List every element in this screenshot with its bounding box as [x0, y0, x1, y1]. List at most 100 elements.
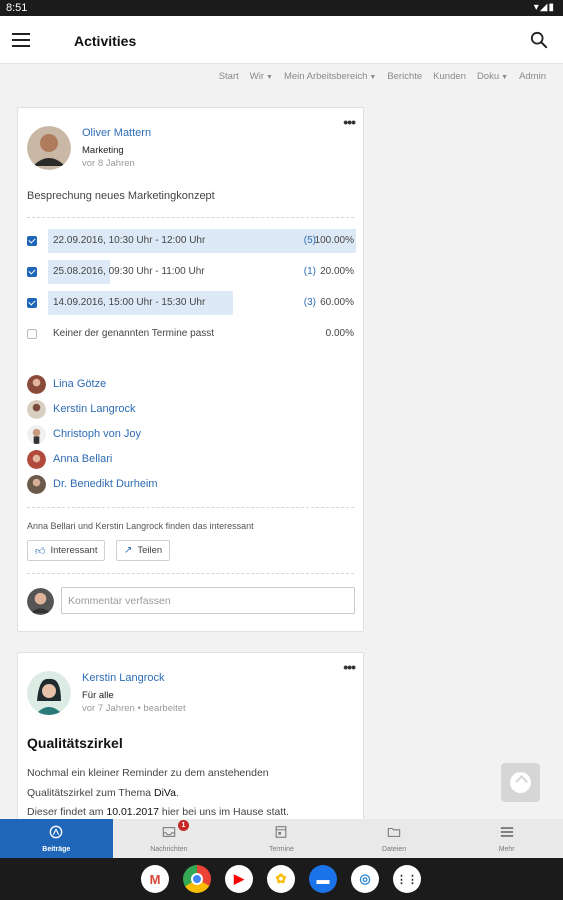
tab-dateien[interactable]: Dateien [338, 819, 451, 858]
avatar [27, 475, 46, 494]
avatar [27, 375, 46, 394]
tab-label: Nachrichten [150, 846, 188, 853]
tab-label: Mehr [498, 846, 515, 853]
menu-icon [500, 827, 513, 837]
tab-mehr[interactable]: Mehr [450, 819, 563, 858]
event-date: 10.01.2017 [106, 806, 159, 818]
browser-icon[interactable]: ◎ [351, 865, 379, 893]
post-timestamp: vor 8 Jahren [82, 158, 135, 169]
more-options-icon[interactable]: ••• [343, 659, 356, 675]
system-status-icons: ▾◢▮ [533, 2, 555, 13]
post-title: Qualitätszirkel [27, 735, 123, 751]
likes-summary: Anna Bellari und Kerstin Langrock finden… [27, 521, 254, 531]
status-time: 8:51 [6, 2, 28, 14]
nav-wir[interactable]: Wir ▼ [250, 71, 273, 82]
photos-icon[interactable]: ✿ [267, 865, 295, 893]
poll-option[interactable]: 25.08.2016, 09:30 Uhr - 11:00 Uhr (1) 20… [27, 260, 354, 284]
unread-badge: 1 [177, 820, 189, 831]
poll-vote-count[interactable]: (3) [304, 297, 316, 308]
like-button[interactable]: 👍︎ Interessant [27, 540, 106, 561]
author-name[interactable]: Kerstin Langrock [82, 672, 165, 684]
checkbox[interactable] [27, 298, 37, 308]
post-timestamp: vor 7 Jahren • bearbeitet [82, 703, 186, 714]
avatar [27, 425, 46, 444]
tab-termine[interactable]: Termine [225, 819, 338, 858]
tab-nachrichten[interactable]: 1 Nachrichten [113, 819, 226, 858]
nav-berichte[interactable]: Berichte [387, 71, 422, 82]
nav-start[interactable]: Start [219, 71, 239, 82]
post-group: Marketing [82, 145, 124, 156]
voter-name[interactable]: Anna Bellari [53, 453, 112, 465]
tab-beitraege[interactable]: Beiträge [0, 819, 113, 858]
menu-icon[interactable] [12, 33, 30, 47]
nav-admin[interactable]: Admin [519, 71, 546, 82]
comment-input[interactable] [61, 587, 355, 614]
poll-option[interactable]: 22.09.2016, 10:30 Uhr - 12:00 Uhr (5) 10… [27, 229, 356, 253]
like-label: Interessant [50, 545, 98, 556]
gmail-icon[interactable]: M [141, 865, 169, 893]
activity-card-poll: ••• Oliver Mattern Marketing vor 8 Jahre… [17, 107, 364, 632]
voter-name[interactable]: Kerstin Langrock [53, 403, 136, 415]
poll-percentage: 100.00% [314, 235, 354, 246]
voter-name[interactable]: Dr. Benedikt Durheim [53, 478, 158, 490]
avatar [27, 400, 46, 419]
nav-kunden[interactable]: Kunden [433, 71, 466, 82]
voter-name[interactable]: Lina Götze [53, 378, 106, 390]
poll-percentage: 20.00% [320, 266, 354, 277]
poll-option[interactable]: Keiner der genannten Termine passt 0.00% [27, 322, 354, 346]
checkbox[interactable] [27, 267, 37, 277]
divider [27, 217, 354, 218]
share-icon: ↗ [124, 545, 133, 556]
author-avatar[interactable] [27, 126, 71, 170]
caret-down-icon: ▼ [501, 73, 509, 81]
system-taskbar: M ▶ ✿ ▬ ◎ ⋮⋮ [0, 858, 563, 900]
top-navigation: Start Wir ▼ Mein Arbeitsbereich ▼ Berichte… [219, 66, 546, 86]
caret-down-icon: ▼ [369, 73, 377, 81]
poll-option-label: 25.08.2016, 09:30 Uhr - 11:00 Uhr [53, 266, 205, 277]
poll-option-label: Keiner der genannten Termine passt [53, 328, 215, 339]
checkbox[interactable] [27, 329, 37, 339]
activity-card-post: ••• Kerstin Langrock Für alle vor 7 Jahr… [17, 652, 364, 827]
avatar [27, 450, 46, 469]
topic-name: DiVa [154, 786, 176, 799]
chrome-icon[interactable] [183, 865, 211, 893]
body-line: Qualitätszirkel zum Thema DiVa. [27, 786, 179, 799]
current-user-avatar [27, 588, 54, 615]
share-button[interactable]: ↗ Teilen [116, 540, 171, 561]
tab-label: Dateien [382, 846, 407, 853]
poll-option[interactable]: 14.09.2016, 15:00 Uhr - 15:30 Uhr (3) 60… [27, 291, 354, 315]
poll-vote-count[interactable]: (1) [304, 266, 316, 277]
status-bar: 8:51 ▾◢▮ [0, 0, 563, 16]
poll-percentage: 0.00% [325, 328, 354, 339]
thumbs-up-icon: 👍︎ [35, 545, 46, 557]
scroll-to-top-button[interactable] [501, 763, 540, 802]
calendar-icon [276, 826, 287, 838]
divider [27, 573, 354, 574]
divider [27, 507, 354, 508]
poll-option-label: 22.09.2016, 10:30 Uhr - 12:00 Uhr [53, 235, 206, 246]
search-icon[interactable] [530, 31, 548, 49]
app-drawer-icon[interactable]: ⋮⋮ [393, 865, 421, 893]
nav-doku[interactable]: Doku ▼ [477, 71, 508, 82]
voter-name[interactable]: Christoph von Joy [53, 428, 141, 440]
poll-option-label: 14.09.2016, 15:00 Uhr - 15:30 Uhr [53, 297, 206, 308]
newsfeed-icon [49, 825, 63, 839]
app-bar: Activities [0, 16, 563, 64]
folder-icon [387, 827, 401, 837]
post-group: Für alle [82, 690, 114, 701]
checkbox[interactable] [27, 236, 37, 246]
page-title: Activities [74, 33, 137, 49]
author-name[interactable]: Oliver Mattern [82, 127, 151, 139]
poll-percentage: 60.00% [320, 297, 354, 308]
post-subject: Besprechung neues Marketingkonzept [27, 190, 215, 202]
share-label: Teilen [137, 545, 163, 556]
tab-label: Beiträge [42, 846, 71, 853]
caret-down-icon: ▼ [266, 73, 273, 81]
author-avatar[interactable] [27, 671, 71, 715]
more-options-icon[interactable]: ••• [343, 114, 356, 130]
tab-label: Termine [269, 846, 294, 853]
youtube-icon[interactable]: ▶ [225, 865, 253, 893]
nav-mein-arbeitsbereich[interactable]: Mein Arbeitsbereich ▼ [284, 71, 376, 82]
post-body: Nochmal ein kleiner Reminder zu dem anst… [27, 764, 357, 823]
messages-icon[interactable]: ▬ [309, 865, 337, 893]
